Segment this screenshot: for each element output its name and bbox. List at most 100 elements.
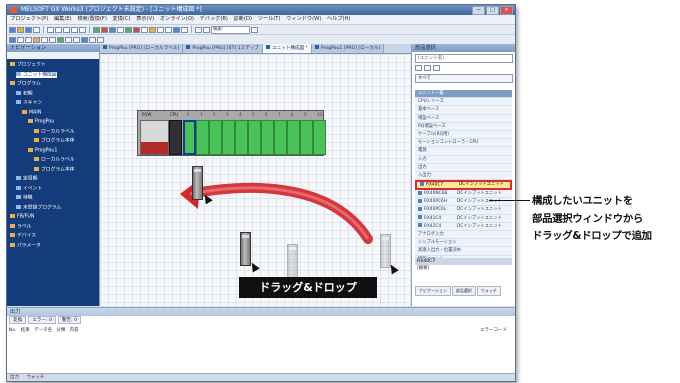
tree-item[interactable]: パラメータ — [10, 242, 41, 249]
dragging-unit[interactable] — [240, 232, 251, 266]
delete-line-icon[interactable] — [49, 36, 56, 43]
diagnostics-icon[interactable] — [181, 26, 188, 33]
tree-item[interactable]: MAIN — [22, 109, 41, 116]
monitor-icon[interactable] — [117, 26, 124, 33]
check-icon[interactable] — [89, 36, 96, 43]
tree-item[interactable]: スキャン — [16, 100, 42, 106]
parts-item[interactable]: RQ増設ベース — [415, 122, 512, 131]
tab-progpou-st[interactable]: ProgPou [PRG] [ST] 1ステップ — [183, 44, 263, 53]
view-icon[interactable] — [433, 65, 440, 71]
write-plc-icon[interactable] — [101, 26, 108, 33]
tree-item[interactable]: ローカルラベル — [34, 157, 75, 163]
menu-convert[interactable]: 変換(C) — [113, 16, 131, 22]
tab-warnings[interactable]: 警告: 0 — [57, 316, 82, 324]
tab-unit-config[interactable]: ユニット構成図 * — [262, 44, 312, 53]
tab-errors[interactable]: エラー: 0 — [28, 316, 56, 324]
tree-item[interactable]: 定周期 — [16, 176, 37, 182]
tree-item[interactable]: プロジェクト — [10, 62, 46, 68]
open-icon[interactable] — [17, 26, 24, 33]
tree-item[interactable]: ProgPou1 — [28, 147, 57, 154]
parts-category-select[interactable]: すべて — [415, 74, 513, 83]
status-output-tab[interactable]: 出力 — [10, 375, 19, 380]
parts-item[interactable]: ユニット一覧 — [415, 90, 512, 99]
tree-item[interactable]: 初期 — [16, 90, 33, 97]
find-icon[interactable] — [203, 26, 210, 33]
tree-item[interactable]: ローカルラベル — [34, 128, 75, 135]
search-input[interactable]: 検索: — [211, 25, 250, 34]
tree-item[interactable]: イベント — [16, 185, 42, 192]
ladder-icon[interactable] — [9, 36, 16, 43]
stop-monitor-icon[interactable] — [133, 26, 140, 33]
menu-online[interactable]: オンライン(O) — [160, 16, 194, 22]
menu-edit[interactable]: 編集(E) — [54, 16, 72, 22]
parts-item[interactable]: RX40PC6L DCインプットユニット — [415, 206, 512, 215]
parts-item[interactable]: 高速入出力・位置決め — [415, 247, 512, 256]
menu-find[interactable]: 検索/置換(F) — [77, 16, 107, 22]
tree-item[interactable]: デバイス — [10, 233, 36, 239]
redo-icon[interactable] — [79, 26, 86, 33]
tree-item[interactable]: 未登録プログラム — [16, 204, 61, 211]
filter-icon[interactable] — [424, 65, 431, 71]
properties-icon[interactable] — [81, 36, 88, 43]
simulator-icon[interactable] — [173, 26, 180, 33]
parts-item[interactable]: 入力 — [415, 155, 512, 164]
tree-item[interactable]: プログラム本体 — [34, 138, 74, 144]
save-icon[interactable] — [25, 26, 32, 33]
parts-item[interactable]: 増設ベース — [415, 114, 512, 123]
start-monitor-icon[interactable] — [125, 26, 132, 33]
convert-icon[interactable] — [93, 26, 100, 33]
tab-watch[interactable]: ウォッチ — [476, 286, 501, 296]
close-button[interactable]: × — [500, 6, 513, 15]
tree-item[interactable]: プログラム本体 — [34, 166, 74, 173]
layout-icon[interactable] — [65, 36, 72, 43]
menu-diagnostics[interactable]: 診断(D) — [234, 16, 252, 22]
cut-icon[interactable] — [47, 26, 54, 33]
tree-item[interactable]: ユニット構成図 — [16, 71, 57, 78]
tab-parts[interactable]: 部品選択 — [451, 286, 476, 296]
module-icon[interactable] — [57, 36, 64, 43]
parts-item-selected[interactable]: RX40C7 DCインプットユニット — [415, 180, 512, 191]
parts-item[interactable]: モーションコントローラ・CPU — [415, 139, 512, 148]
search-dropdown-icon[interactable] — [251, 26, 258, 33]
tab-navigation[interactable]: ナビゲーション — [415, 286, 451, 296]
tab-convert[interactable]: 変換 — [9, 316, 27, 324]
menu-view[interactable]: 表示(V) — [136, 16, 154, 22]
dragged-unit[interactable] — [192, 166, 203, 200]
paste-icon[interactable] — [63, 26, 70, 33]
parts-item[interactable]: 電源 — [415, 147, 512, 156]
contact-icon[interactable] — [17, 36, 24, 43]
line-icon[interactable] — [41, 36, 48, 43]
parts-item[interactable]: 出力 — [415, 163, 512, 172]
copy-icon[interactable] — [55, 26, 62, 33]
parts-item[interactable]: CPUシリーズ — [415, 98, 512, 107]
find-icon[interactable] — [415, 65, 422, 71]
parts-item[interactable]: ケーブル(RQ用) — [415, 130, 512, 140]
parts-item[interactable]: 入出力 — [415, 171, 512, 181]
read-plc-icon[interactable] — [109, 26, 116, 33]
maximize-button[interactable]: □ — [486, 6, 499, 15]
menu-tool[interactable]: ツール(T) — [258, 16, 281, 22]
unit-configuration-canvas[interactable]: POW CPU 0 1 2 3 4 5 6 7 8 9 10 ドラッグ&ドロップ — [100, 54, 410, 306]
parts-item[interactable]: RX40NC6B DCインプットユニット — [415, 190, 512, 199]
new-icon[interactable] — [9, 26, 16, 33]
status-watch-tab[interactable]: ウォッチ — [26, 375, 44, 380]
parts-search-input[interactable]: (ユニット名) — [415, 54, 513, 63]
parts-item[interactable]: アナログ入力 — [415, 231, 512, 240]
tree-item[interactable]: FB/FUN — [10, 214, 35, 220]
tab-progpou-label[interactable]: ProgPou [PRG] [ローカルラベル] — [100, 44, 184, 53]
watch-icon[interactable] — [141, 26, 148, 33]
label-icon[interactable] — [157, 26, 164, 33]
parts-item[interactable]: RX41C4 DCインプットユニット — [415, 214, 512, 223]
coil-icon[interactable] — [25, 36, 32, 43]
tree-item[interactable]: ラベル — [10, 223, 31, 230]
zoom-icon[interactable] — [195, 26, 202, 33]
grid-icon[interactable] — [73, 36, 80, 43]
tree-item[interactable]: ProgPou — [28, 119, 54, 125]
tree-item[interactable]: プログラム — [10, 81, 41, 87]
tree-item[interactable]: 待機 — [16, 195, 33, 201]
undo-icon[interactable] — [71, 26, 78, 33]
parts-item[interactable]: シンプルモーション — [415, 239, 512, 248]
parts-item[interactable]: RX42C4 DCインプットユニット — [415, 222, 512, 231]
tab-progpou1[interactable]: ProgPou1 [PRG] [ローカル] — [311, 44, 385, 53]
minimize-button[interactable]: — — [472, 6, 485, 15]
